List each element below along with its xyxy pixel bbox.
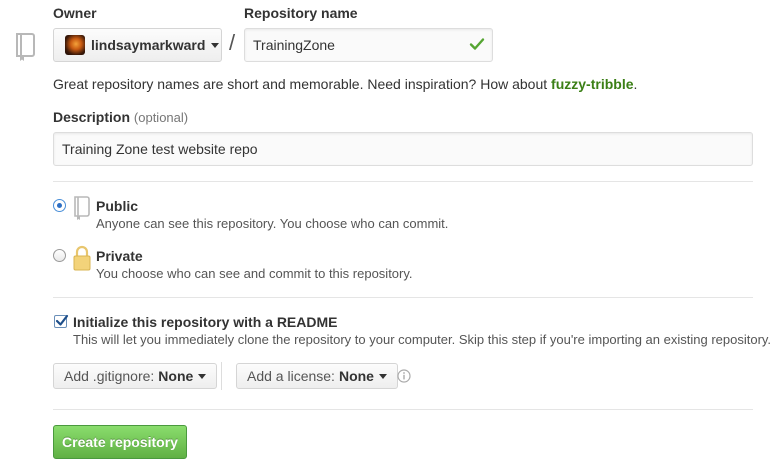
repo-public-icon bbox=[73, 196, 91, 225]
repo-icon bbox=[14, 32, 38, 62]
owner-repo-separator: / bbox=[229, 30, 236, 55]
name-hint: Great repository names are short and mem… bbox=[53, 76, 637, 92]
optional-note: (optional) bbox=[133, 110, 189, 125]
info-icon[interactable] bbox=[397, 369, 411, 383]
avatar bbox=[65, 35, 85, 55]
chevron-down-icon bbox=[198, 373, 207, 379]
divider bbox=[53, 409, 753, 410]
private-title: Private bbox=[96, 248, 143, 264]
gitignore-value: None bbox=[158, 368, 194, 384]
license-select[interactable]: Add a license: None bbox=[236, 363, 398, 389]
repo-name-input[interactable] bbox=[244, 28, 493, 62]
chevron-down-icon bbox=[211, 42, 220, 48]
description-label-text: Description bbox=[53, 109, 131, 125]
license-label: Add a license: bbox=[247, 368, 335, 384]
private-desc: You choose who can see and commit to thi… bbox=[96, 266, 413, 281]
public-radio[interactable] bbox=[53, 199, 66, 212]
readme-title: Initialize this repository with a README bbox=[73, 314, 338, 330]
name-suggestion-link[interactable]: fuzzy-tribble bbox=[551, 76, 633, 92]
lock-icon bbox=[73, 245, 91, 276]
private-radio[interactable] bbox=[53, 249, 66, 262]
vertical-divider bbox=[221, 362, 222, 390]
hint-suffix: . bbox=[633, 76, 638, 92]
gitignore-label: Add .gitignore: bbox=[64, 368, 155, 384]
divider bbox=[53, 181, 753, 182]
create-repository-button[interactable]: Create repository bbox=[53, 425, 187, 459]
check-icon bbox=[469, 36, 485, 52]
gitignore-select[interactable]: Add .gitignore: None bbox=[53, 363, 218, 389]
license-value: None bbox=[338, 368, 374, 384]
readme-checkbox[interactable] bbox=[54, 314, 69, 328]
description-input[interactable] bbox=[53, 132, 753, 166]
description-label: Description (optional) bbox=[53, 109, 188, 125]
hint-text: Great repository names are short and mem… bbox=[53, 76, 552, 92]
divider bbox=[53, 297, 753, 298]
repo-name-label: Repository name bbox=[244, 5, 358, 21]
readme-desc: This will let you immediately clone the … bbox=[73, 332, 772, 347]
public-title: Public bbox=[96, 198, 139, 214]
owner-select[interactable]: lindsaymarkward bbox=[53, 28, 222, 62]
owner-label: Owner bbox=[53, 5, 97, 21]
owner-name: lindsaymarkward bbox=[91, 37, 206, 53]
checkmark-icon bbox=[55, 314, 69, 326]
chevron-down-icon bbox=[378, 373, 387, 379]
public-desc: Anyone can see this repository. You choo… bbox=[96, 216, 449, 231]
